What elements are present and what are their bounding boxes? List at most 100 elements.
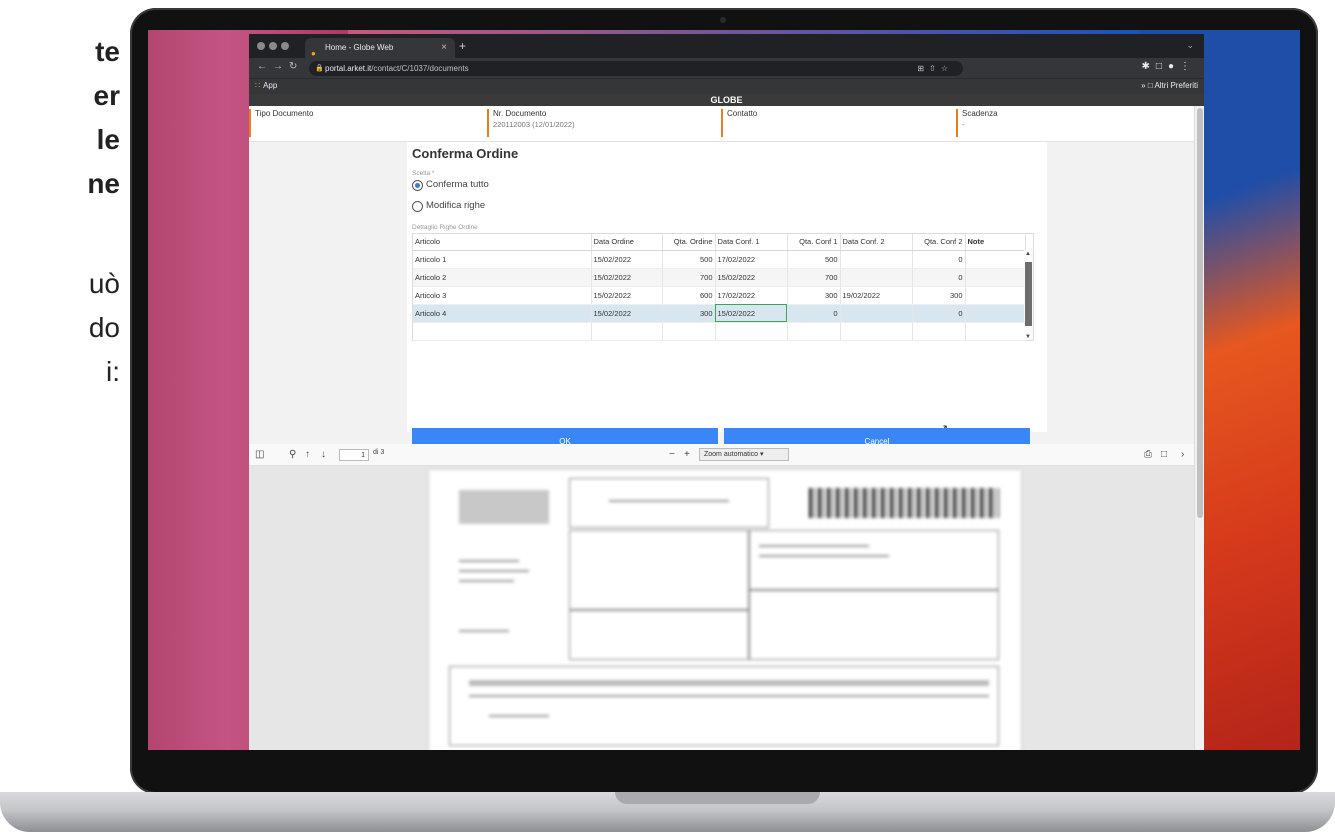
zoom-out-icon[interactable]: −: [669, 449, 675, 460]
table-cell[interactable]: Articolo 2: [413, 268, 592, 287]
table-cell[interactable]: 0: [787, 304, 841, 323]
zoom-select[interactable]: Zoom automatico ▾: [699, 448, 789, 461]
minimize-window-dot[interactable]: [269, 42, 277, 50]
table-cell[interactable]: 500: [662, 250, 716, 269]
table-cell[interactable]: [965, 322, 1026, 341]
new-tab-icon[interactable]: +: [459, 38, 466, 54]
table-cell[interactable]: 700: [662, 268, 716, 287]
column-header[interactable]: Qta. Conf 1: [787, 234, 841, 251]
next-page-icon[interactable]: ↓: [321, 449, 326, 460]
previous-page-icon[interactable]: ↑: [305, 449, 310, 460]
scroll-up-icon[interactable]: ▲: [1025, 251, 1031, 257]
document-text-line: [459, 580, 514, 582]
table-cell[interactable]: [965, 250, 1026, 269]
radio-empty-icon[interactable]: [412, 201, 423, 212]
forward-arrow-icon[interactable]: →: [273, 61, 283, 72]
table-cell[interactable]: 17/02/2022: [715, 286, 788, 305]
column-header[interactable]: Articolo: [413, 234, 592, 251]
table-cell[interactable]: Articolo 3: [413, 286, 592, 305]
table-cell[interactable]: 0: [912, 304, 966, 323]
address-bar[interactable]: 🔒 portal.arket.it/contact/C/1037/documen…: [309, 61, 963, 76]
table-row[interactable]: Articolo 3 15/02/2022 600 17/02/2022 300…: [413, 286, 1026, 305]
table-cell[interactable]: 17/02/2022: [715, 250, 788, 269]
table-cell[interactable]: 15/02/2022: [591, 268, 663, 287]
column-header[interactable]: Qta. Conf 2: [912, 234, 966, 251]
more-tools-icon[interactable]: ›: [1181, 449, 1184, 460]
table-cell[interactable]: [965, 304, 1026, 323]
table-cell[interactable]: 700: [787, 268, 841, 287]
table-cell[interactable]: 15/02/2022: [591, 286, 663, 305]
table-cell[interactable]: 15/02/2022: [591, 304, 663, 323]
table-cell[interactable]: Articolo 1: [413, 250, 592, 269]
table-cell[interactable]: [413, 322, 592, 341]
table-cell[interactable]: 19/02/2022: [840, 286, 913, 305]
page-number-input[interactable]: 1: [339, 449, 369, 461]
radio-confirm-all[interactable]: Conferma tutto: [412, 179, 532, 193]
table-cell[interactable]: 0: [912, 250, 966, 269]
table-row-selected[interactable]: Articolo 4 15/02/2022 300 15/02/2022 0 0: [413, 304, 1026, 323]
table-cell-editing[interactable]: 15/02/2022: [715, 304, 788, 323]
table-cell[interactable]: [591, 322, 663, 341]
side-text-line: uò: [88, 268, 120, 299]
column-header[interactable]: Data Conf. 1: [715, 234, 788, 251]
print-icon[interactable]: ⎙: [1144, 449, 1152, 460]
table-row[interactable]: Articolo 1 15/02/2022 500 17/02/2022 500…: [413, 250, 1026, 269]
table-cell[interactable]: 300: [787, 286, 841, 305]
tab-title: Home - Globe Web: [325, 43, 394, 52]
reload-icon[interactable]: ↻: [289, 61, 297, 72]
slide-side-text: te er le ne uò do i:: [0, 30, 120, 394]
browser-tab[interactable]: ● Home - Globe Web ×: [305, 38, 455, 58]
table-cell[interactable]: 500: [787, 250, 841, 269]
scroll-down-icon[interactable]: ▼: [1025, 334, 1031, 340]
table-cell[interactable]: [787, 322, 841, 341]
table-cell[interactable]: [662, 322, 716, 341]
page-scrollbar-thumb[interactable]: [1197, 108, 1203, 518]
zoom-in-icon[interactable]: +: [684, 449, 690, 460]
table-cell[interactable]: 300: [662, 304, 716, 323]
column-header[interactable]: Data Ordine: [591, 234, 663, 251]
grid-scrollbar[interactable]: ▲ ▼: [1024, 250, 1033, 340]
sidebar-toggle-icon[interactable]: ◫: [255, 449, 264, 460]
radio-edit-rows[interactable]: Modifica righe: [412, 200, 532, 214]
table-cell[interactable]: [715, 322, 788, 341]
column-header[interactable]: Qta. Ordine: [662, 234, 716, 251]
maximize-window-dot[interactable]: [281, 42, 289, 50]
other-bookmarks[interactable]: » □ Altri Preferiti: [1141, 81, 1198, 90]
table-cell[interactable]: 0: [912, 268, 966, 287]
table-cell[interactable]: [840, 304, 913, 323]
column-header[interactable]: Data Conf. 2: [840, 234, 913, 251]
table-cell[interactable]: 300: [912, 286, 966, 305]
apps-shortcut[interactable]: ∷ App: [255, 81, 277, 90]
table-row-empty[interactable]: [413, 322, 1026, 341]
table-cell[interactable]: [840, 250, 913, 269]
address-bar-icons[interactable]: ⊞⇧☆: [917, 61, 953, 76]
table-cell[interactable]: Articolo 4: [413, 304, 592, 323]
table-cell[interactable]: 15/02/2022: [715, 268, 788, 287]
column-header[interactable]: Note: [965, 234, 1026, 251]
table-cell[interactable]: 600: [662, 286, 716, 305]
close-window-dot[interactable]: [257, 42, 265, 50]
table-row[interactable]: Articolo 2 15/02/2022 700 15/02/2022 700…: [413, 268, 1026, 287]
grid-scrollbar-thumb[interactable]: [1025, 262, 1032, 326]
table-cell[interactable]: [965, 268, 1026, 287]
close-tab-icon[interactable]: ×: [441, 38, 447, 58]
header-field-label: Scadenza: [962, 109, 998, 118]
table-cell[interactable]: [840, 268, 913, 287]
table-cell[interactable]: [965, 286, 1026, 305]
document-text-line: [459, 630, 509, 632]
table-cell[interactable]: [912, 322, 966, 341]
pdf-viewer[interactable]: [249, 466, 1194, 750]
document-box: [749, 590, 999, 660]
search-icon[interactable]: ⚲: [289, 449, 296, 460]
tab-bar: ● Home - Globe Web × + ⌄: [249, 34, 1204, 58]
extensions-icons[interactable]: ✱□●⋮: [1142, 61, 1196, 72]
back-arrow-icon[interactable]: ←: [257, 61, 267, 72]
table-cell[interactable]: 15/02/2022: [591, 250, 663, 269]
document-box: [569, 478, 769, 528]
document-box: [569, 610, 749, 660]
page-scrollbar[interactable]: [1194, 106, 1204, 750]
table-cell[interactable]: [840, 322, 913, 341]
tab-search-chevron-icon[interactable]: ⌄: [1186, 40, 1194, 51]
radio-selected-icon[interactable]: [412, 180, 423, 191]
download-icon[interactable]: □: [1161, 449, 1167, 460]
